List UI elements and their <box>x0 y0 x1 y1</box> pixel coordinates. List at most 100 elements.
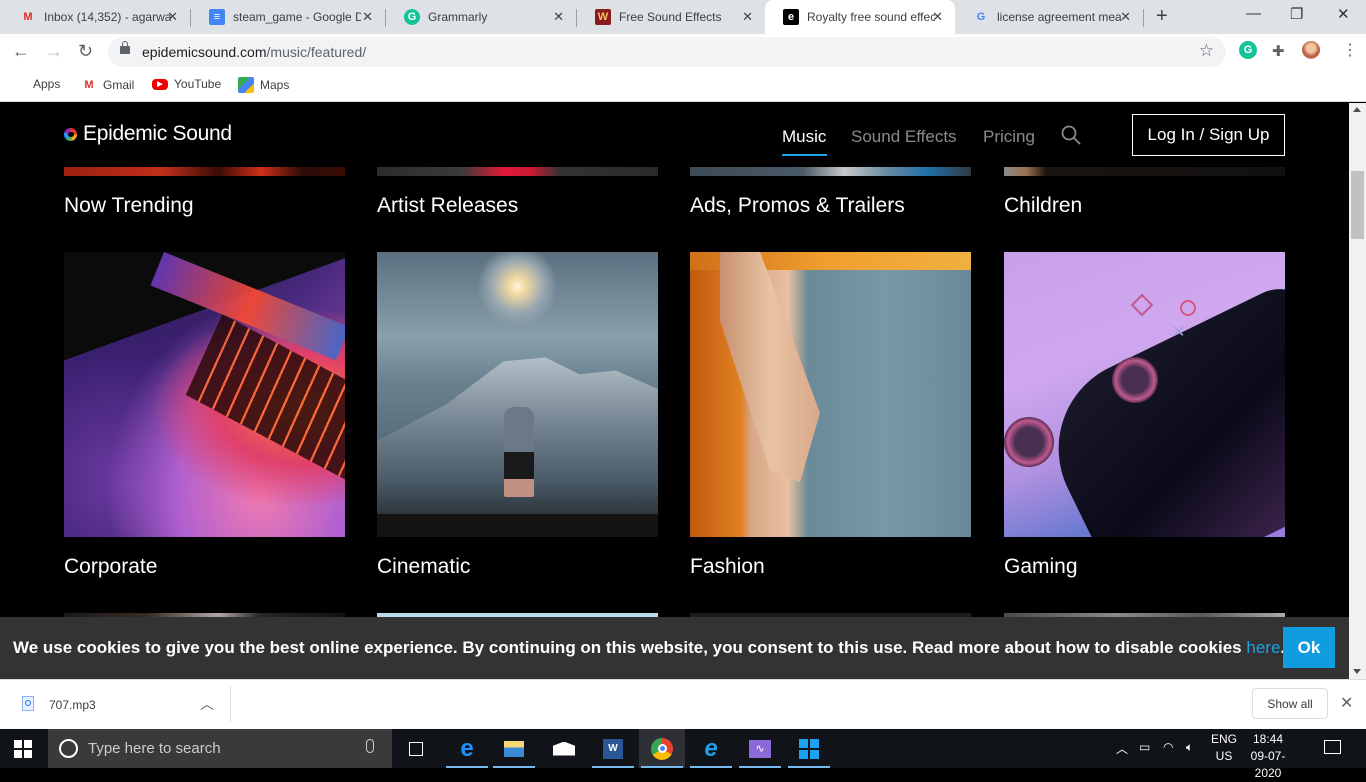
category-title[interactable]: Children <box>1004 194 1082 218</box>
bookmark-maps[interactable]: Maps <box>238 77 289 93</box>
category-title[interactable]: Now Trending <box>64 194 194 218</box>
file-explorer-icon[interactable] <box>491 729 537 768</box>
extensions-puzzle-icon[interactable]: ✚ <box>1272 42 1285 60</box>
nav-sound-effects[interactable]: Sound Effects <box>851 127 957 147</box>
bookmark-star-icon[interactable]: ☆ <box>1199 41 1214 61</box>
browser-toolbar: ← → ↻ epidemicsound.com/music/featured/ … <box>0 34 1366 70</box>
show-all-button[interactable]: Show all <box>1252 688 1328 719</box>
category-title[interactable]: Gaming <box>1004 555 1078 579</box>
language-indicator[interactable]: ENG US <box>1210 731 1238 765</box>
epidemic-sound-page: Epidemic Sound Music Sound Effects Prici… <box>0 103 1349 679</box>
category-image-gaming[interactable]: ✕ <box>1004 252 1285 537</box>
download-bar: 707.mp3 ︿ Show all ✕ <box>0 679 1366 729</box>
tab-free-sound-effects[interactable]: W Free Sound Effects ✕ <box>577 0 765 34</box>
chrome-icon[interactable] <box>639 729 685 768</box>
close-tab-icon[interactable]: ✕ <box>362 10 373 24</box>
tab-strip: M Inbox (14,352) - agarwa ✕ ≡ steam_game… <box>0 0 1366 34</box>
system-clock[interactable]: 18:44 09-07-2020 <box>1240 731 1296 782</box>
tab-google-search[interactable]: G license agreement mea ✕ <box>955 0 1143 34</box>
tab-gmail[interactable]: M Inbox (14,352) - agarwa ✕ <box>2 0 190 34</box>
volume-icon[interactable]: 🔈︎ <box>1186 740 1193 755</box>
cookie-policy-link[interactable]: here <box>1246 638 1280 657</box>
microphone-icon[interactable] <box>366 739 374 753</box>
chevron-up-icon[interactable]: ︿ <box>200 694 214 714</box>
youtube-icon: ▶ <box>152 78 168 90</box>
internet-explorer-icon[interactable]: e <box>688 729 734 768</box>
category-title[interactable]: Corporate <box>64 555 157 579</box>
close-tab-icon[interactable]: ✕ <box>1120 10 1131 24</box>
bookmark-apps[interactable]: Apps <box>14 77 60 91</box>
close-window-button[interactable]: ✕ <box>1337 5 1350 23</box>
nav-music[interactable]: Music <box>782 127 826 147</box>
category-image-fashion[interactable] <box>690 252 971 537</box>
cookie-ok-button[interactable]: Ok <box>1283 627 1335 668</box>
windows-taskbar: Type here to search e W e ∿ ︿ ▭ ◠ 🔈︎ ENG… <box>0 729 1366 780</box>
category-image-ads-promos[interactable] <box>690 167 971 176</box>
grammarly-icon: G <box>404 9 420 25</box>
category-image-corporate[interactable] <box>64 252 345 537</box>
scrollbar-thumb[interactable] <box>1351 171 1364 239</box>
edge-icon[interactable]: e <box>444 729 490 768</box>
tab-title: Grammarly <box>428 10 488 24</box>
page-scrollbar[interactable] <box>1349 103 1366 679</box>
word-icon[interactable]: W <box>590 729 636 768</box>
category-title[interactable]: Fashion <box>690 555 765 579</box>
site-logo[interactable]: Epidemic Sound <box>64 122 232 146</box>
download-filename: 707.mp3 <box>49 698 96 712</box>
login-signup-button[interactable]: Log In / Sign Up <box>1132 114 1285 156</box>
action-center-icon[interactable] <box>1324 740 1341 754</box>
category-image-cinematic[interactable] <box>377 252 658 537</box>
close-tab-icon[interactable]: ✕ <box>553 10 564 24</box>
scroll-down-arrow-icon[interactable] <box>1353 669 1361 674</box>
show-hidden-icons-chevron[interactable]: ︿ <box>1116 740 1128 757</box>
close-tab-icon[interactable]: ✕ <box>167 10 178 24</box>
bookmark-youtube[interactable]: ▶ YouTube <box>152 77 221 91</box>
menu-kebab-icon[interactable]: ⋮ <box>1342 40 1358 60</box>
visual-studio-icon[interactable]: ∿ <box>737 729 783 768</box>
restore-button[interactable]: ❐ <box>1290 5 1303 23</box>
category-image-artist-releases[interactable] <box>377 167 658 176</box>
windows-start-icon[interactable] <box>14 740 32 758</box>
divider <box>230 686 231 722</box>
cookie-message: We use cookies to give you the best onli… <box>13 638 1285 657</box>
category-title[interactable]: Cinematic <box>377 555 470 579</box>
url-text[interactable]: epidemicsound.com/music/featured/ <box>142 44 366 60</box>
nav-pricing[interactable]: Pricing <box>983 127 1035 147</box>
tab-epidemic-sound[interactable]: e Royalty free sound effec ✕ <box>765 0 955 34</box>
gmail-icon: M <box>84 79 94 91</box>
bookmarks-bar: Apps M Gmail ▶ YouTube Maps <box>0 70 1366 102</box>
back-button[interactable]: ← <box>12 41 30 62</box>
category-image-children[interactable] <box>1004 167 1285 176</box>
grammarly-extension-icon[interactable]: G <box>1239 41 1257 59</box>
new-tab-button[interactable]: + <box>1156 5 1168 28</box>
category-title[interactable]: Ads, Promos & Trailers <box>690 194 905 218</box>
google-docs-icon: ≡ <box>209 9 225 25</box>
search-icon[interactable] <box>1061 125 1081 145</box>
mail-icon[interactable] <box>541 729 587 768</box>
reload-button[interactable]: ↻ <box>78 41 93 62</box>
close-download-bar-icon[interactable]: ✕ <box>1340 693 1353 713</box>
close-tab-icon[interactable]: ✕ <box>742 10 753 24</box>
tab-title: Inbox (14,352) - agarwa <box>44 10 172 24</box>
bookmark-gmail[interactable]: M Gmail <box>81 77 134 93</box>
close-tab-icon[interactable]: ✕ <box>932 10 943 24</box>
profile-avatar[interactable] <box>1302 41 1320 59</box>
battery-icon[interactable]: ▭ <box>1139 740 1150 754</box>
tab-title: steam_game - Google D <box>233 10 361 24</box>
tab-title: license agreement mea <box>997 10 1122 24</box>
wifi-icon[interactable]: ◠ <box>1163 740 1173 754</box>
task-view-icon[interactable] <box>393 729 439 768</box>
scroll-up-arrow-icon[interactable] <box>1353 107 1361 112</box>
tab-google-docs[interactable]: ≡ steam_game - Google D ✕ <box>191 0 385 34</box>
apps-grid-icon <box>14 78 27 91</box>
tab-grammarly[interactable]: G Grammarly ✕ <box>386 0 576 34</box>
minimize-button[interactable]: — <box>1246 5 1261 22</box>
address-bar[interactable]: epidemicsound.com/music/featured/ ☆ <box>108 37 1226 67</box>
forward-button[interactable]: → <box>45 41 63 62</box>
taskbar-search-box[interactable]: Type here to search <box>48 729 392 768</box>
windows-store-icon[interactable] <box>786 729 832 768</box>
category-image-now-trending[interactable] <box>64 167 345 176</box>
category-title[interactable]: Artist Releases <box>377 194 518 218</box>
lock-icon[interactable] <box>120 41 130 54</box>
taskbar-search-placeholder: Type here to search <box>88 740 221 757</box>
